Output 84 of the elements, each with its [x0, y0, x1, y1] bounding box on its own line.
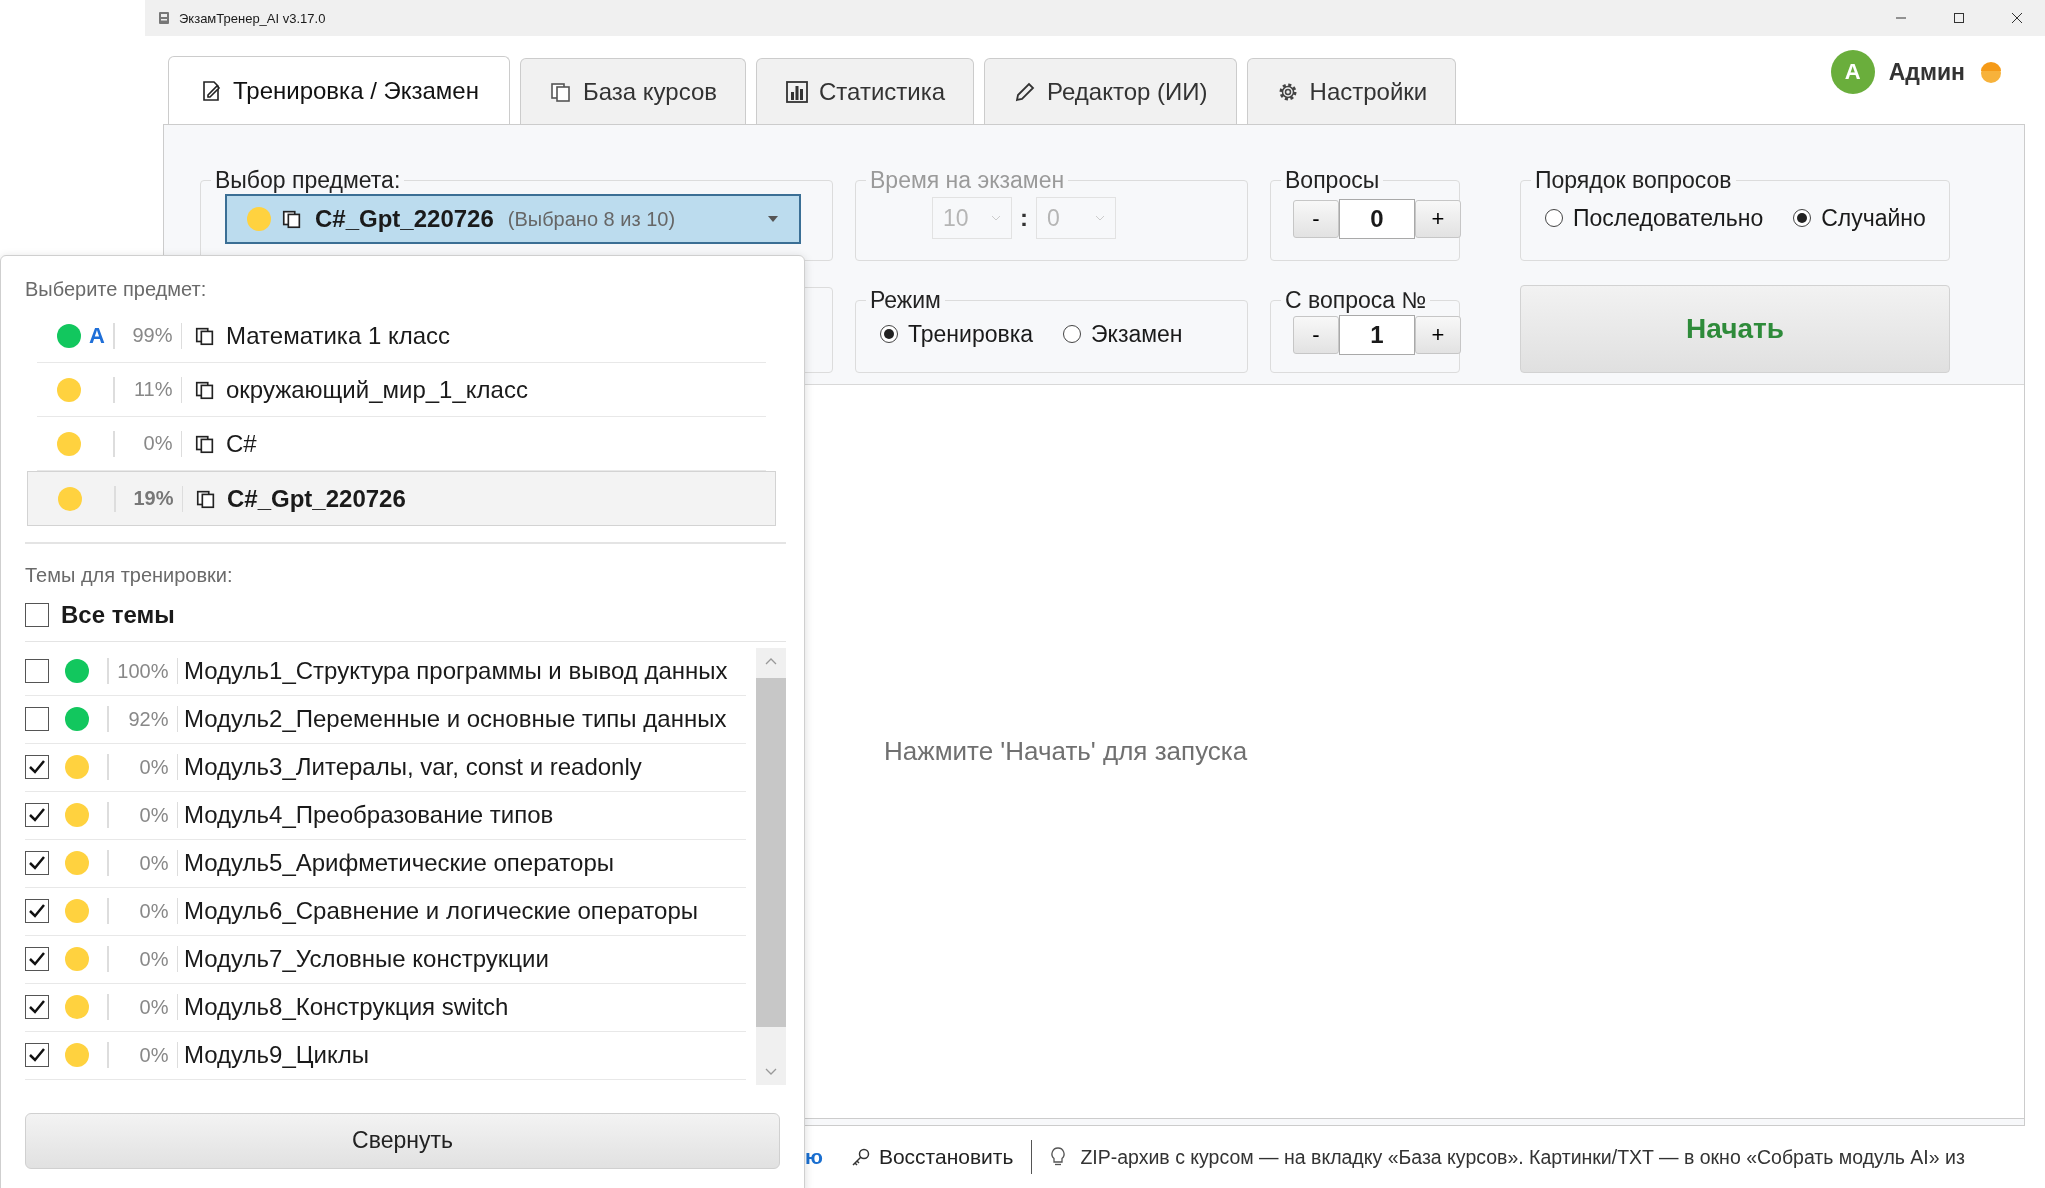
- topic-name: Модуль5_Арифметические операторы: [184, 849, 615, 877]
- topic-name: Модуль7_Условные конструкции: [184, 945, 549, 973]
- group-label: Режим: [869, 287, 942, 314]
- radio-option[interactable]: Экзамен: [1063, 320, 1183, 348]
- subject-name: окружающий_мир_1_класс: [226, 375, 528, 404]
- progress-percent: 0%: [138, 899, 170, 923]
- subject-dropdown[interactable]: C#_Gpt_220726 (Выбрано 8 из 10): [225, 194, 801, 244]
- tab[interactable]: Редактор (ИИ): [984, 58, 1237, 124]
- tab[interactable]: База курсов: [519, 58, 747, 124]
- window-title: ЭкзамТренер_AI v3.17.0: [179, 10, 326, 26]
- hint-text: Нажмите 'Начать' для запуска: [884, 736, 1248, 767]
- topic-checkbox[interactable]: [25, 659, 49, 683]
- radio-option[interactable]: Тренировка: [880, 320, 1034, 348]
- time-separator: :: [1020, 204, 1028, 232]
- tab[interactable]: Статистика: [756, 58, 975, 124]
- number-field[interactable]: 1: [1339, 315, 1415, 355]
- subject-name: Математика 1 класс: [226, 321, 451, 350]
- group-label: С вопроса №: [1284, 287, 1428, 314]
- subject-name: C#: [226, 429, 257, 458]
- increment-button[interactable]: +: [1415, 316, 1461, 354]
- progress-percent: 100%: [116, 659, 170, 683]
- progress-percent: 0%: [138, 803, 170, 827]
- progress-percent: 19%: [132, 487, 175, 510]
- close-icon[interactable]: [2011, 12, 2023, 24]
- user-name: Админ: [1888, 58, 1965, 86]
- increment-button[interactable]: +: [1415, 200, 1461, 238]
- subject-letter: A: [89, 322, 105, 349]
- topic-checkbox[interactable]: [25, 947, 49, 971]
- chevron-down-icon: [1095, 215, 1105, 221]
- caret-icon: [767, 215, 779, 223]
- topic-name: Модуль9_Циклы: [184, 1041, 369, 1069]
- progress-percent: 0%: [138, 755, 170, 779]
- topic-name: Модуль4_Преобразование типов: [184, 801, 554, 829]
- maximize-icon[interactable]: [1953, 12, 1965, 24]
- progress-percent: 0%: [138, 1043, 170, 1067]
- status-tip: ZIP-архив с курсом — на вкладку «База курсов». Картинки/TXT — в окно «Собрать модуль AI» из: [1080, 1145, 1965, 1169]
- progress-percent: 11%: [132, 378, 174, 401]
- topic-name: Модуль6_Сравнение и логические операторы: [184, 897, 698, 925]
- group-label: Порядок вопросов: [1534, 167, 1733, 194]
- subject-name: C#_Gpt_220726: [227, 484, 406, 513]
- all-topics-checkbox[interactable]: Все темы: [25, 594, 786, 642]
- radio-option[interactable]: Последовательно: [1545, 204, 1764, 232]
- tab[interactable]: Тренировка / Экзамен: [168, 56, 510, 124]
- topic-name: Модуль1_Структура программы и вывод данных: [184, 657, 728, 685]
- progress-percent: 0%: [138, 851, 170, 875]
- topic-checkbox[interactable]: [25, 755, 49, 779]
- collapse-button[interactable]: Свернуть: [25, 1112, 780, 1169]
- restore-button[interactable]: Восстановить: [850, 1145, 1014, 1169]
- group-label: Выбор предмета:: [214, 167, 402, 194]
- tab[interactable]: Настройки: [1246, 58, 1457, 124]
- radio-option[interactable]: Случайно: [1793, 204, 1926, 232]
- chevron-down-icon: [991, 215, 1001, 221]
- topic-checkbox[interactable]: [25, 707, 49, 731]
- topic-checkbox[interactable]: [25, 995, 49, 1019]
- topic-name: Модуль8_Конструкция switch: [184, 993, 509, 1021]
- decrement-button[interactable]: -: [1293, 316, 1339, 354]
- group-label: Вопросы: [1284, 167, 1381, 194]
- topic-name: Модуль2_Переменные и основные типы данных: [184, 705, 727, 733]
- progress-percent: 0%: [138, 947, 170, 971]
- topic-checkbox[interactable]: [25, 899, 49, 923]
- progress-percent: 0%: [138, 995, 170, 1019]
- start-button[interactable]: Начать: [1520, 285, 1950, 373]
- topic-name: Модуль3_Литералы, var, const и readonly: [184, 753, 642, 781]
- subject-item[interactable]: A 99% Математика 1 класс: [37, 309, 766, 363]
- bar-chart-icon: [785, 79, 810, 104]
- section-label: Темы для тренировки:: [25, 563, 234, 587]
- app-icon: [157, 11, 171, 25]
- status-link[interactable]: ю: [805, 1145, 823, 1169]
- progress-percent: 92%: [127, 707, 170, 731]
- section-label: Выберите предмет:: [25, 278, 208, 301]
- topic-checkbox[interactable]: [25, 1043, 49, 1067]
- progress-percent: 0%: [142, 432, 174, 455]
- key-icon: [850, 1147, 871, 1167]
- user-avatar: А: [1830, 50, 1875, 94]
- subject-item[interactable]: 11% окружающий_мир_1_класс: [37, 363, 766, 417]
- subject-item[interactable]: 19% C#_Gpt_220726: [27, 471, 776, 526]
- progress-percent: 99%: [131, 324, 174, 347]
- number-field[interactable]: 0: [1339, 199, 1415, 239]
- topic-checkbox[interactable]: [25, 803, 49, 827]
- group-label: Время на экзамен: [869, 167, 1066, 194]
- decrement-button[interactable]: -: [1293, 200, 1339, 238]
- topic-checkbox[interactable]: [25, 851, 49, 875]
- copy-icon: [281, 208, 303, 230]
- lightbulb-icon: [1050, 1147, 1067, 1167]
